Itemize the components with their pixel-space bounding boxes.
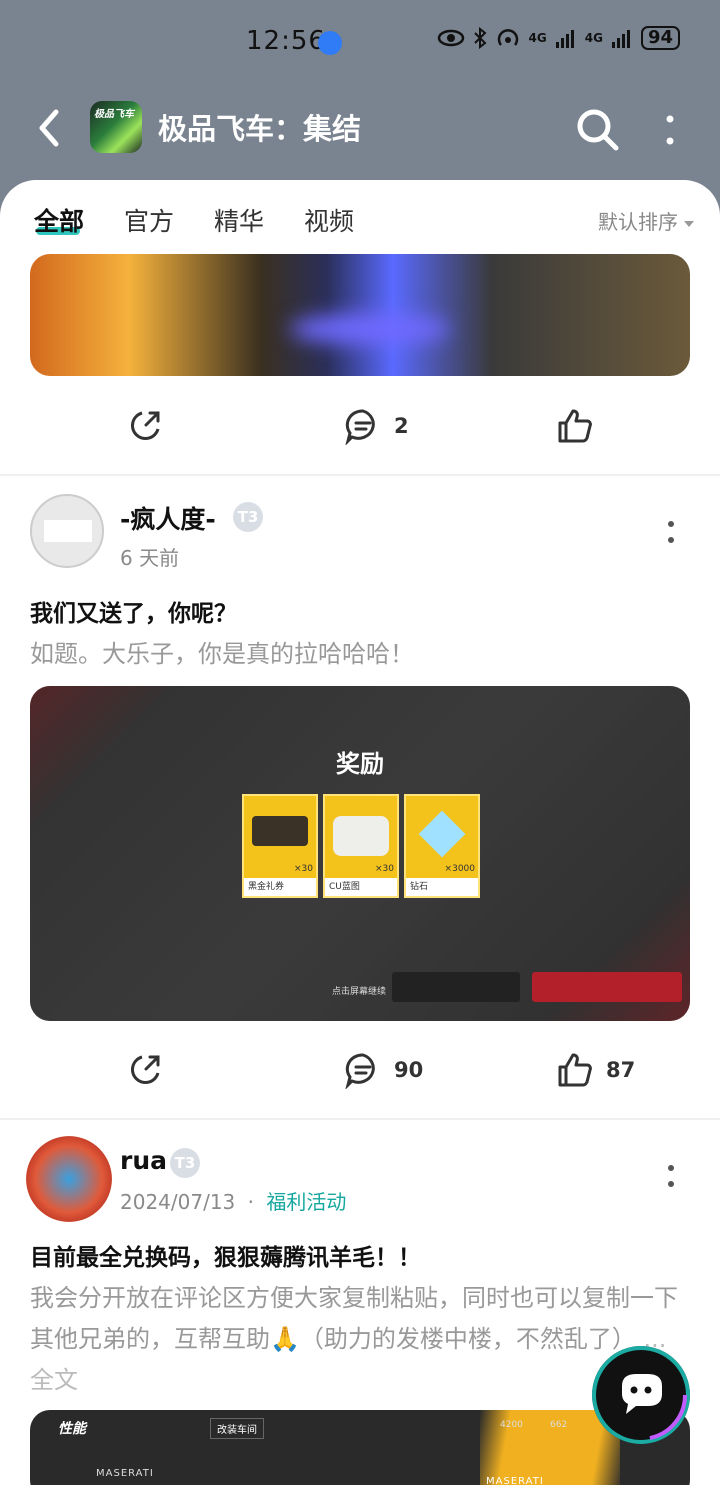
comment-count: 2 xyxy=(394,414,409,438)
image-glow xyxy=(290,314,450,344)
content-sheet: 全部 官方 精华 视频 默认排序 2 -疯人度- T3 6 天前 我们又送了，你… xyxy=(0,180,720,1485)
tab-bar: 全部 官方 精华 视频 默认排序 xyxy=(0,180,720,254)
post-category[interactable]: 福利活动 xyxy=(266,1190,346,1214)
reward-hint: 点击屏幕继续 xyxy=(332,987,387,997)
chat-fab-button[interactable] xyxy=(592,1346,690,1444)
post-time: 6 天前 xyxy=(120,542,179,571)
post-title[interactable]: 目前最全兑换码，狠狠薅腾讯羊毛！！ xyxy=(30,1238,421,1272)
post-author[interactable]: -疯人度- xyxy=(120,500,216,536)
more-options-icon[interactable] xyxy=(658,112,682,148)
image-stat-2: 662 xyxy=(550,1420,568,1430)
like-count: 87 xyxy=(606,1058,636,1082)
post-date: 2024/07/13 xyxy=(120,1190,236,1214)
thumbs-up-icon xyxy=(558,1053,592,1087)
app-logo-text: 极品飞车 xyxy=(94,109,134,120)
avatar[interactable] xyxy=(30,494,104,568)
tab-video[interactable]: 视频 xyxy=(304,202,354,238)
share-button[interactable] xyxy=(126,396,164,456)
share-icon xyxy=(130,1055,160,1085)
tab-official[interactable]: 官方 xyxy=(124,202,174,238)
sort-dropdown[interactable]: 默认排序 xyxy=(598,206,694,235)
comment-count: 90 xyxy=(394,1058,424,1082)
post-meta: 2024/07/13 · 福利活动 xyxy=(120,1190,347,1214)
network-label-2: 4G xyxy=(584,31,603,45)
like-button[interactable]: 87 xyxy=(556,1040,635,1100)
app-header: 极品飞车 极品飞车：集结 xyxy=(0,84,720,180)
post-divider xyxy=(0,1118,720,1120)
bluetooth-icon xyxy=(473,27,487,49)
image-brand-2: MASERATI xyxy=(486,1476,544,1485)
image-button-dark xyxy=(392,972,520,1002)
post-author[interactable]: rua xyxy=(120,1146,167,1175)
reward-label-3: 钻石 xyxy=(406,878,478,896)
signal-icon-1 xyxy=(555,30,574,48)
post-body[interactable]: 如题。大乐子，你是真的拉哈哈哈！ xyxy=(30,634,692,675)
post-more-icon[interactable] xyxy=(665,520,677,544)
tab-featured[interactable]: 精华 xyxy=(214,202,264,238)
post-actions: 2 xyxy=(0,396,720,456)
location-icon xyxy=(318,31,342,55)
post-image[interactable]: 奖励 ×30 黑金礼券 ×30 CU蓝图 ×3000 钻石 点击屏幕继续 xyxy=(30,686,690,1021)
status-time: 12:56 xyxy=(246,26,326,56)
image-stat-1: 4200 xyxy=(500,1420,523,1430)
post-image[interactable]: 性能 改装车间 MASERATI MASERATI 4200 662 xyxy=(30,1410,690,1485)
signal-icon-2 xyxy=(611,30,630,48)
reward-item-1: ×30 黑金礼券 xyxy=(242,794,318,898)
eye-icon xyxy=(437,29,464,47)
reward-item-3: ×3000 钻石 xyxy=(404,794,480,898)
reward-qty-3: ×3000 xyxy=(444,864,475,874)
battery-indicator: 94 xyxy=(640,26,680,50)
tab-all[interactable]: 全部 xyxy=(34,202,84,238)
diamond-icon xyxy=(418,810,466,858)
level-badge: T3 xyxy=(170,1148,200,1178)
ticket-icon xyxy=(252,816,308,846)
level-badge: T3 xyxy=(233,502,263,532)
hotspot-icon xyxy=(497,29,518,46)
network-label-1: 4G xyxy=(528,31,547,45)
reward-label-1: 黑金礼券 xyxy=(244,878,316,896)
comment-button[interactable]: 90 xyxy=(344,1040,423,1100)
comment-icon xyxy=(345,1053,375,1089)
comment-button[interactable]: 2 xyxy=(344,396,409,456)
post-title[interactable]: 我们又送了，你呢？ xyxy=(30,594,237,628)
chevron-down-icon xyxy=(684,220,694,227)
search-icon[interactable] xyxy=(574,106,620,152)
status-bar: 12:56 4G 4G 94 xyxy=(0,0,720,84)
app-logo: 极品飞车 xyxy=(90,101,142,153)
share-button[interactable] xyxy=(126,1040,164,1100)
post-image[interactable] xyxy=(30,254,690,376)
reward-qty-1: ×30 xyxy=(294,864,313,874)
image-brand-1: MASERATI xyxy=(96,1468,154,1479)
reward-heading: 奖励 xyxy=(336,750,384,778)
image-tab: 改装车间 xyxy=(210,1418,264,1439)
sort-label: 默认排序 xyxy=(598,210,678,234)
post-body-text: 我会分开放在评论区方便大家复制粘贴，同时也可以复制一下其他兄弟的，互帮互助🙏（助… xyxy=(30,1284,678,1353)
app-title: 极品飞车：集结 xyxy=(158,112,362,146)
image-tag: 性能 xyxy=(58,1421,86,1437)
car-icon xyxy=(333,816,389,856)
avatar[interactable] xyxy=(26,1136,112,1222)
chat-bubble-icon xyxy=(595,1349,687,1441)
post-more-icon[interactable] xyxy=(665,1164,677,1188)
comment-icon xyxy=(345,409,375,445)
post-divider xyxy=(0,474,720,476)
back-icon[interactable] xyxy=(30,106,70,150)
reward-qty-2: ×30 xyxy=(375,864,394,874)
post-actions: 90 87 xyxy=(0,1040,720,1100)
status-icons: 4G 4G 94 xyxy=(437,26,680,50)
reward-item-2: ×30 CU蓝图 xyxy=(323,794,399,898)
share-icon xyxy=(130,411,160,441)
thumbs-up-icon xyxy=(558,409,592,443)
post-time-text: 6 天前 xyxy=(120,546,180,570)
reward-label-2: CU蓝图 xyxy=(325,878,397,896)
like-button[interactable] xyxy=(556,396,606,456)
image-button-red xyxy=(532,972,682,1002)
avatar-image xyxy=(44,520,92,542)
